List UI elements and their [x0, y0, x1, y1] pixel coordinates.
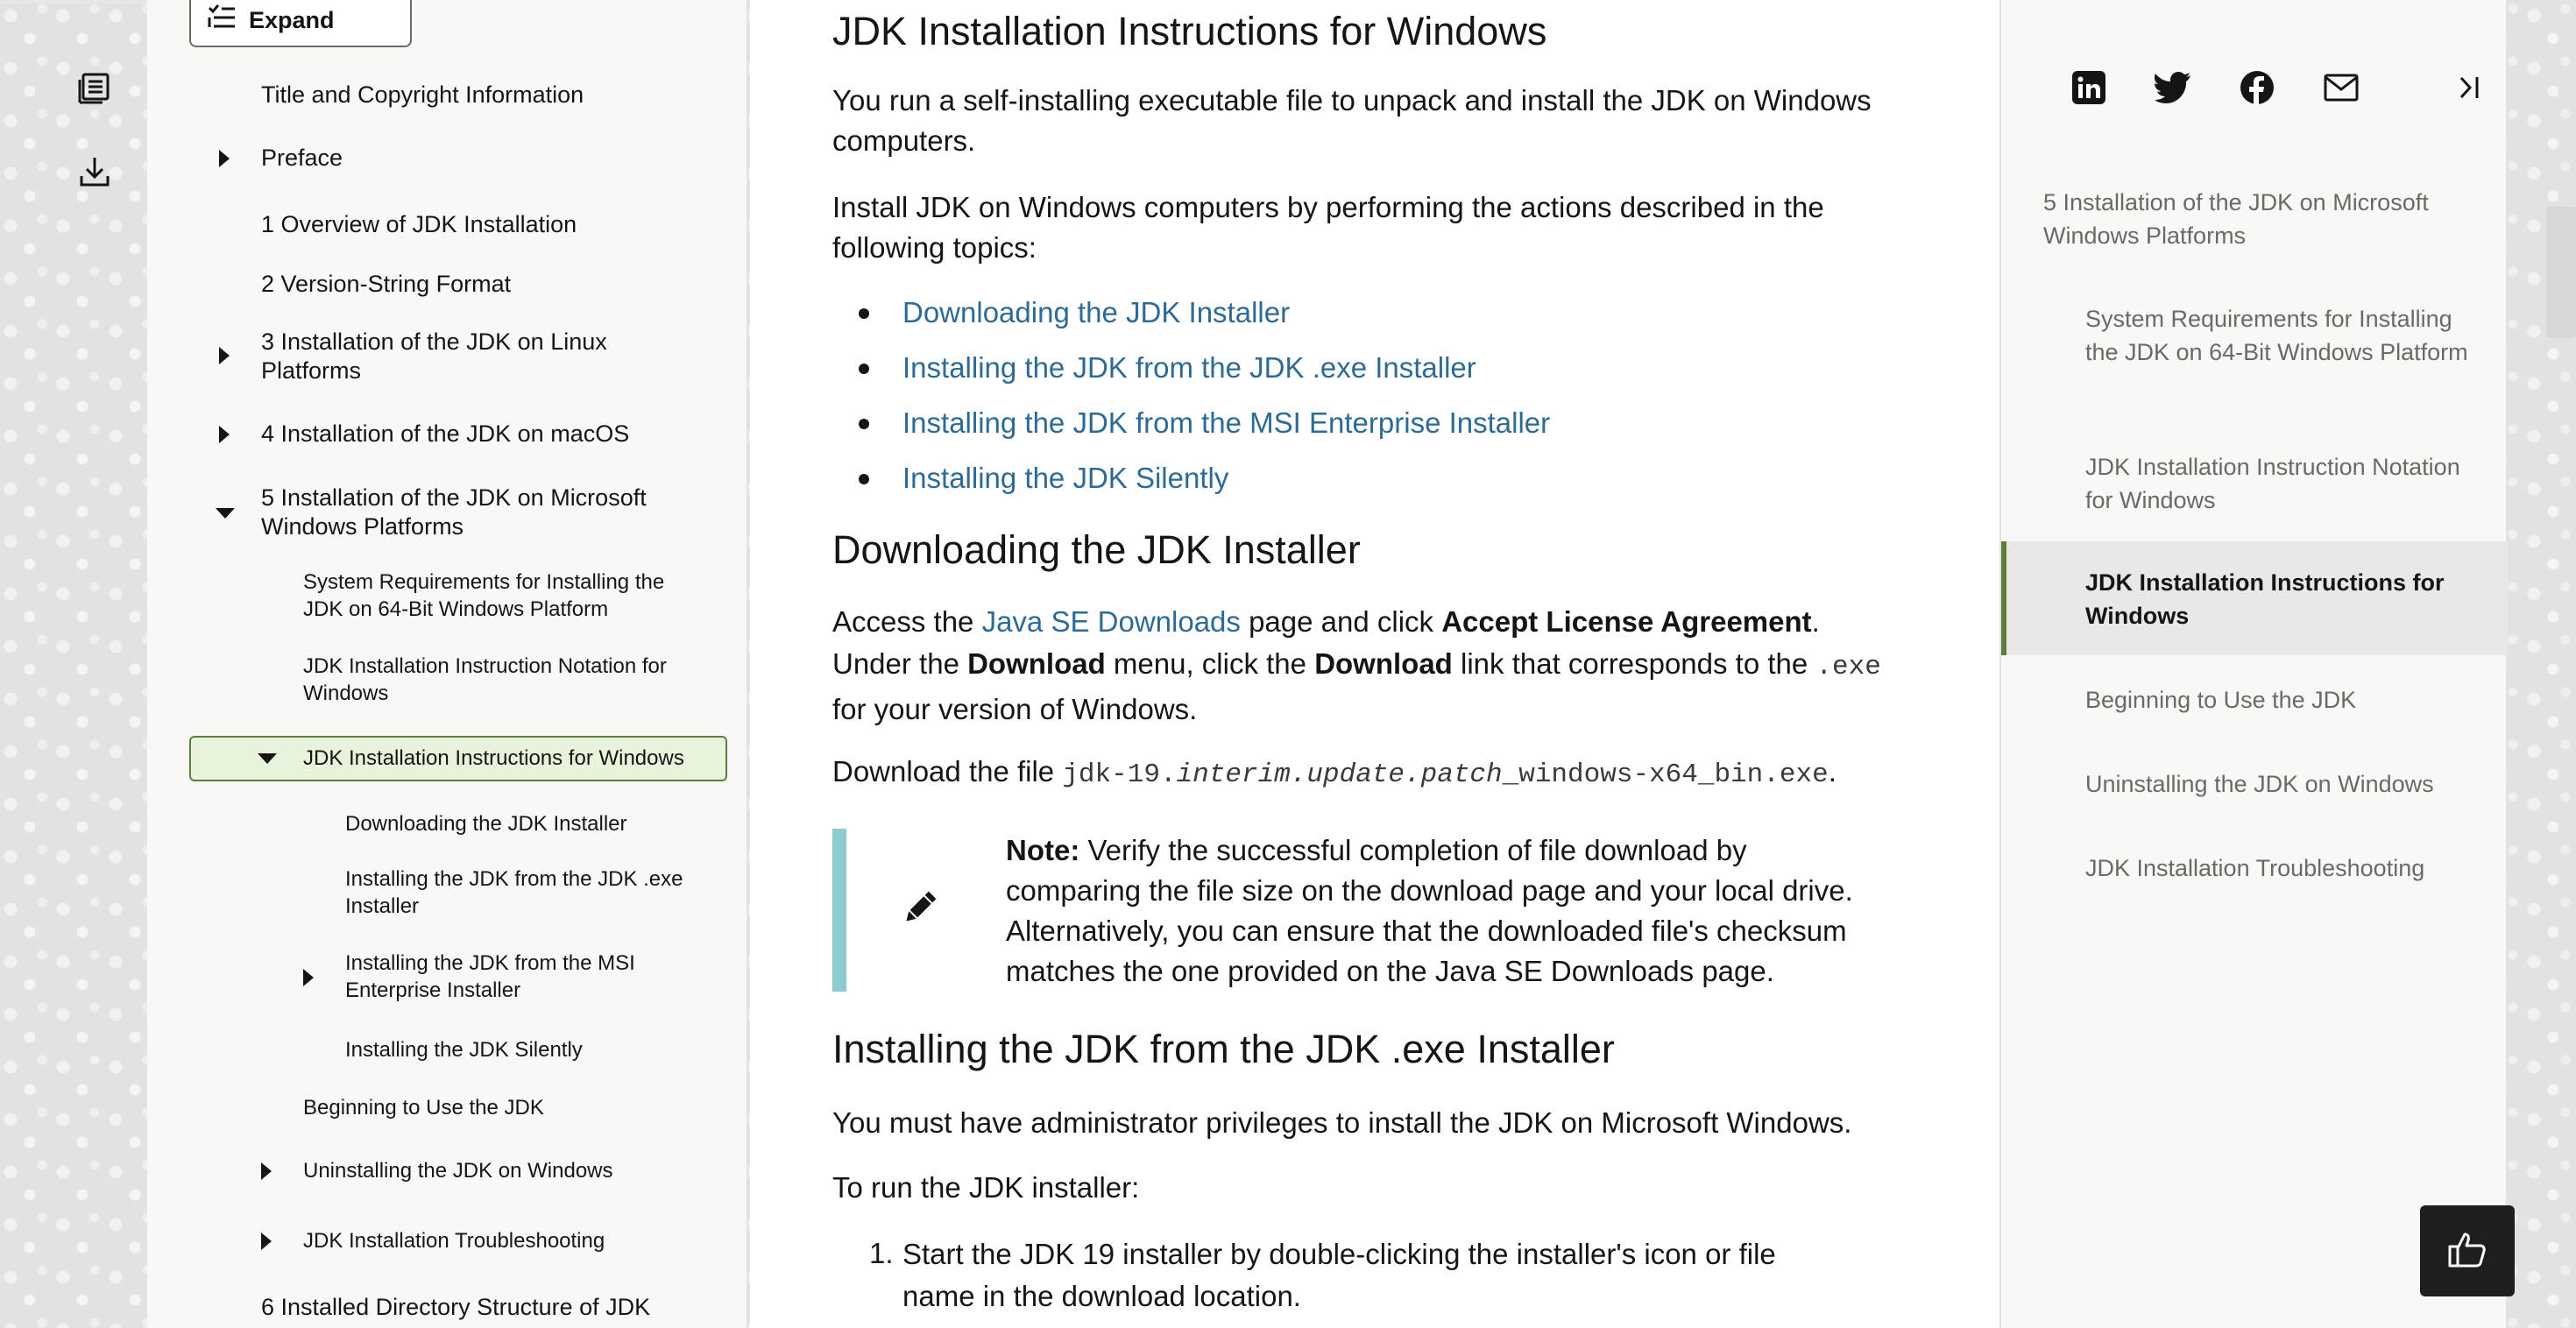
section-heading-exe-installer: Installing the JDK from the JDK .exe Ins…: [832, 1027, 1615, 1071]
caret-right-icon[interactable]: [303, 969, 314, 986]
file-name-variable: interim.update.patch: [1176, 759, 1503, 790]
note-text: Verify the successful completion of file…: [1006, 834, 1853, 987]
feedback-button[interactable]: [2420, 1205, 2515, 1296]
step-1-text: Start the JDK 19 installer by double-cli…: [902, 1238, 1776, 1312]
toc-item-beginning[interactable]: Beginning to Use the JDK: [303, 1094, 544, 1121]
toc-item-installation-instructions[interactable]: JDK Installation Instructions for Window…: [303, 745, 684, 772]
toc-item-exe-installer[interactable]: Installing the JDK from the JDK .exe Ins…: [345, 865, 713, 920]
topic-link-exe-installer[interactable]: Installing the JDK from the JDK .exe Ins…: [902, 348, 1476, 388]
rp-item-system-requirements[interactable]: System Requirements for Installing the J…: [2085, 302, 2471, 369]
pencil-icon: [901, 888, 939, 931]
bullet-dot: [859, 364, 869, 374]
bullet-dot: [859, 419, 869, 429]
caret-right-icon[interactable]: [261, 1233, 272, 1250]
topic-link-downloading[interactable]: Downloading the JDK Installer: [902, 293, 1290, 333]
topics-intro-paragraph: Install JDK on Windows computers by perf…: [832, 191, 1824, 264]
file-name-code: jdk-19.interim.update.patch_windows-x64_…: [1062, 759, 1828, 790]
expand-list-icon: [207, 3, 237, 39]
right-panel: 5 Installation of the JDK on Microsoft W…: [1999, 0, 2508, 1328]
email-icon[interactable]: [2320, 67, 2362, 109]
icon-rail: [0, 0, 147, 1328]
exe-code: .exe: [1815, 652, 1881, 682]
toc-item-msi-installer[interactable]: Installing the JDK from the MSI Enterpri…: [345, 950, 696, 1004]
access-text: page and click: [1240, 605, 1442, 638]
rp-item-notation[interactable]: JDK Installation Instruction Notation fo…: [2085, 450, 2471, 517]
page-scrollbar[interactable]: [2506, 0, 2576, 1328]
download-menu-text: Download: [967, 647, 1106, 680]
collapse-panel-icon[interactable]: [2448, 67, 2490, 109]
download-file-suffix: .: [1828, 755, 1836, 788]
rp-item-installation-instructions[interactable]: JDK Installation Instructions for Window…: [2085, 566, 2471, 632]
caret-right-icon[interactable]: [219, 426, 230, 443]
toc-item-downloading[interactable]: Downloading the JDK Installer: [345, 810, 627, 837]
run-installer-paragraph: To run the JDK installer:: [832, 1171, 1140, 1204]
access-text: menu, click the: [1105, 647, 1315, 680]
scrollbar-thumb[interactable]: [2546, 207, 2576, 338]
expand-label: Expand: [249, 6, 335, 33]
toc-item-preface[interactable]: Preface: [261, 144, 343, 173]
linkedin-icon[interactable]: [2068, 67, 2110, 109]
caret-right-icon[interactable]: [261, 1162, 272, 1180]
toc-item-chapter-1[interactable]: 1 Overview of JDK Installation: [261, 210, 577, 239]
toc-item-chapter-3[interactable]: 3 Installation of the JDK on Linux Platf…: [261, 328, 673, 385]
toc-item-chapter-2[interactable]: 2 Version-String Format: [261, 270, 511, 299]
access-paragraph: Access the Java SE Downloads page and cl…: [832, 601, 1901, 731]
rp-item-chapter-5[interactable]: 5 Installation of the JDK on Microsoft W…: [2043, 186, 2481, 252]
access-text: link that corresponds to the: [1452, 647, 1816, 680]
note-accent-bar: [832, 829, 846, 992]
caret-down-icon[interactable]: [216, 508, 235, 519]
bullet-dot: [859, 308, 869, 319]
twitter-icon[interactable]: [2152, 67, 2194, 109]
toc-toggle-icon[interactable]: [74, 67, 116, 109]
page-title: JDK Installation Instructions for Window…: [832, 9, 1547, 53]
topic-link-silently[interactable]: Installing the JDK Silently: [902, 458, 1228, 498]
access-text: Access the: [832, 605, 982, 638]
caret-right-icon[interactable]: [219, 347, 230, 364]
main-content: JDK Installation Instructions for Window…: [750, 0, 1999, 1328]
toc-item-uninstalling[interactable]: Uninstalling the JDK on Windows: [303, 1157, 613, 1184]
toc-item-system-requirements[interactable]: System Requirements for Installing the J…: [303, 569, 697, 623]
rp-item-uninstalling[interactable]: Uninstalling the JDK on Windows: [2085, 767, 2434, 801]
table-of-contents: Expand Title and Copyright Information P…: [147, 0, 748, 1328]
intro-paragraph: You run a self-installing executable fil…: [832, 84, 1872, 157]
rp-item-troubleshooting[interactable]: JDK Installation Troubleshooting: [2085, 851, 2424, 885]
download-icon[interactable]: [74, 151, 116, 193]
section-heading-downloading: Downloading the JDK Installer: [832, 527, 1361, 572]
toc-item-chapter-4[interactable]: 4 Installation of the JDK on macOS: [261, 420, 629, 449]
toc-item-silently[interactable]: Installing the JDK Silently: [345, 1036, 583, 1063]
download-file-paragraph: Download the file jdk-19.interim.update.…: [832, 752, 1901, 795]
thumbs-up-icon: [2447, 1229, 2488, 1274]
access-text: for your version of Windows.: [832, 693, 1198, 725]
toc-item-troubleshooting[interactable]: JDK Installation Troubleshooting: [303, 1227, 605, 1254]
java-se-downloads-link[interactable]: Java SE Downloads: [982, 605, 1241, 638]
download-file-prefix: Download the file: [832, 755, 1063, 788]
toc-item-chapter-5[interactable]: 5 Installation of the JDK on Microsoft W…: [261, 484, 708, 541]
toc-item-notation[interactable]: JDK Installation Instruction Notation fo…: [303, 653, 697, 707]
toc-item-chapter-6[interactable]: 6 Installed Directory Structure of JDK: [261, 1293, 650, 1322]
toc-item-title-copyright[interactable]: Title and Copyright Information: [261, 81, 584, 109]
topic-link-msi-installer[interactable]: Installing the JDK from the MSI Enterpri…: [902, 403, 1550, 443]
admin-paragraph: You must have administrator privileges t…: [832, 1106, 1852, 1139]
facebook-icon[interactable]: [2236, 67, 2278, 109]
rp-item-beginning[interactable]: Beginning to Use the JDK: [2085, 683, 2356, 717]
note-label: Note:: [1006, 834, 1080, 866]
accept-license-text: Accept License Agreement: [1441, 605, 1812, 638]
caret-right-icon[interactable]: [219, 150, 230, 167]
step-number: 1.: [869, 1237, 894, 1269]
download-link-text: Download: [1314, 647, 1453, 680]
file-name-part: jdk-19.: [1062, 759, 1177, 790]
note-paragraph: Note: Verify the successful completion o…: [1006, 830, 1882, 992]
file-name-part: _windows-x64_bin.exe: [1502, 759, 1829, 790]
caret-down-icon[interactable]: [258, 753, 277, 764]
expand-button[interactable]: Expand: [189, 0, 412, 47]
bullet-dot: [859, 474, 869, 484]
